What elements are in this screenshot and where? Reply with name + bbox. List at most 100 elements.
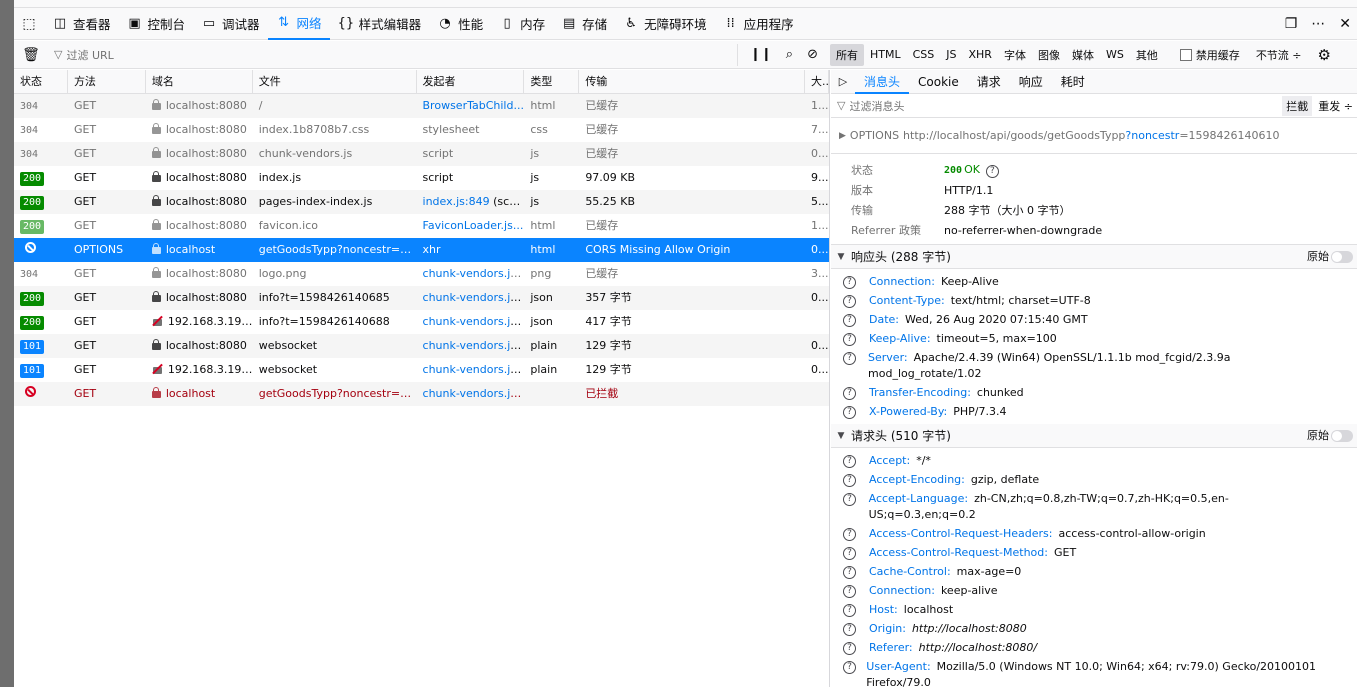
- type-filter-button[interactable]: 所有: [829, 43, 864, 66]
- pause-icon[interactable]: ❙❙: [750, 47, 772, 62]
- help-icon[interactable]: ?: [843, 406, 856, 419]
- initiator[interactable]: chunk-vendors.js...: [423, 267, 525, 280]
- tab-console[interactable]: ▣ 控制台: [119, 8, 194, 40]
- header-row[interactable]: ? Date: Wed, 26 Aug 2020 07:15:40 GMT: [831, 309, 1357, 328]
- table-row[interactable]: 304 GET localhost:8080 index.1b8708b7.css st…: [14, 118, 829, 142]
- details-tab[interactable]: 耗时: [1052, 70, 1094, 94]
- help-icon[interactable]: ?: [985, 164, 999, 178]
- disable-cache-option[interactable]: 禁用缓存: [1172, 47, 1248, 63]
- header-row[interactable]: ? Origin: http://localhost:8080: [831, 618, 1357, 637]
- header-row[interactable]: ? Accept: */*: [831, 450, 1357, 469]
- column-header[interactable]: 域名: [146, 70, 253, 94]
- table-row[interactable]: 101 GET localhost:8080 websocket chunk-vendo…: [14, 334, 829, 358]
- header-row[interactable]: ? Host: localhost: [831, 599, 1357, 618]
- tab-storage[interactable]: ▤ 存储: [553, 8, 615, 40]
- type-filter-button[interactable]: 媒体: [1066, 44, 1100, 66]
- type-filter-button[interactable]: JS: [940, 45, 962, 64]
- help-icon[interactable]: ?: [843, 623, 856, 636]
- header-row[interactable]: ? User-Agent: Mozilla/5.0 (Windows NT 10.0…: [831, 656, 1357, 687]
- table-row[interactable]: 200 GET localhost:8080 favicon.ico FaviconLo…: [14, 214, 829, 238]
- column-header[interactable]: 状态: [14, 70, 68, 94]
- header-filter-input[interactable]: ▽ 过滤消息头 拦截 重发 ÷: [831, 94, 1357, 118]
- help-icon[interactable]: ?: [843, 566, 856, 579]
- initiator[interactable]: chunk-vendors.js...: [423, 363, 525, 376]
- column-header[interactable]: 类型: [524, 70, 580, 94]
- help-icon[interactable]: ?: [843, 387, 856, 400]
- type-filter-button[interactable]: WS: [1100, 45, 1130, 64]
- help-icon[interactable]: ?: [843, 642, 856, 655]
- type-filter-button[interactable]: XHR: [963, 45, 998, 64]
- details-tab[interactable]: 消息头: [855, 70, 910, 94]
- column-header[interactable]: 传输: [579, 70, 806, 94]
- header-row[interactable]: ? Access-Control-Request-Headers: access-c…: [831, 523, 1357, 542]
- close-icon[interactable]: ✕: [1339, 16, 1351, 32]
- type-filter-button[interactable]: CSS: [907, 45, 941, 64]
- table-row[interactable]: 200 GET localhost:8080 pages-index-index.js…: [14, 190, 829, 214]
- tab-memory[interactable]: ▯ 内存: [491, 8, 553, 40]
- help-icon[interactable]: ?: [843, 455, 856, 468]
- resend-button[interactable]: 重发 ÷: [1318, 98, 1353, 114]
- help-icon[interactable]: ?: [843, 276, 856, 289]
- tab-debugger[interactable]: ▭ 调试器: [193, 8, 268, 40]
- header-row[interactable]: ? Accept-Language: zh-CN,zh;q=0.8,zh-TW;q=…: [831, 488, 1357, 523]
- request-url-line[interactable]: ▶ OPTIONS http://localhost/api/goods/get…: [831, 118, 1357, 154]
- column-header[interactable]: 大...: [805, 70, 830, 94]
- element-picker-icon[interactable]: ⬚: [14, 8, 44, 40]
- details-tab[interactable]: 请求: [968, 70, 1010, 94]
- url-filter-input[interactable]: ▽ 过滤 URL: [48, 43, 738, 66]
- help-icon[interactable]: ?: [843, 585, 856, 598]
- header-row[interactable]: ? Connection: keep-alive: [831, 580, 1357, 599]
- help-icon[interactable]: ?: [843, 333, 856, 346]
- help-icon[interactable]: ?: [843, 352, 856, 365]
- initiator[interactable]: BrowserTabChild...: [423, 99, 524, 112]
- response-headers-section[interactable]: ▼ 响应头 (288 字节) 原始: [831, 245, 1357, 269]
- tab-performance[interactable]: ◔ 性能: [429, 8, 491, 40]
- initiator[interactable]: FaviconLoader.js...: [423, 219, 524, 232]
- table-row[interactable]: 200 GET localhost:8080 info?t=1598426140685…: [14, 286, 829, 310]
- table-row[interactable]: GET localhost getGoodsTypp?noncestr=1... ch…: [14, 382, 829, 406]
- header-row[interactable]: ? Referer: http://localhost:8080/: [831, 637, 1357, 656]
- header-row[interactable]: ? Connection: Keep-Alive: [831, 271, 1357, 290]
- throttle-select[interactable]: 不节流 ÷: [1248, 47, 1310, 63]
- table-row[interactable]: 101 GET 192.168.3.193:... websocket chunk-ve…: [14, 358, 829, 382]
- tab-inspector[interactable]: ◫ 查看器: [44, 8, 119, 40]
- settings-gear-icon[interactable]: ⚙: [1310, 46, 1339, 64]
- raw-toggle[interactable]: [1331, 430, 1353, 442]
- table-row[interactable]: 304 GET localhost:8080 chunk-vendors.js scri…: [14, 142, 829, 166]
- toggle-panel-icon[interactable]: ▷: [831, 75, 855, 88]
- search-icon[interactable]: ⌕: [786, 47, 793, 62]
- column-header[interactable]: 发起者: [417, 70, 525, 94]
- help-icon[interactable]: ?: [843, 493, 856, 506]
- initiator[interactable]: chunk-vendors.js...: [423, 315, 525, 328]
- column-header[interactable]: 方法: [68, 70, 146, 94]
- table-row[interactable]: 200 GET localhost:8080 index.js script js 97.0…: [14, 166, 829, 190]
- initiator[interactable]: chunk-vendors.js...: [423, 387, 525, 400]
- raw-toggle[interactable]: [1331, 251, 1353, 263]
- help-icon[interactable]: ?: [843, 528, 856, 541]
- header-row[interactable]: ? Transfer-Encoding: chunked: [831, 382, 1357, 401]
- tab-network[interactable]: ⇅ 网络: [267, 8, 330, 40]
- help-icon[interactable]: ?: [843, 474, 856, 487]
- column-header[interactable]: 文件: [253, 70, 417, 94]
- type-filter-button[interactable]: 图像: [1032, 44, 1066, 66]
- disable-cache-checkbox[interactable]: [1179, 48, 1192, 61]
- help-icon[interactable]: ?: [843, 547, 856, 560]
- table-row[interactable]: 304 GET localhost:8080 / BrowserTabChild... h…: [14, 94, 829, 118]
- type-filter-button[interactable]: 其他: [1130, 44, 1164, 66]
- table-row[interactable]: 304 GET localhost:8080 logo.png chunk-vendor…: [14, 262, 829, 286]
- header-row[interactable]: ? Keep-Alive: timeout=5, max=100: [831, 328, 1357, 347]
- tab-application[interactable]: ⁞⁞ 应用程序: [715, 8, 802, 40]
- initiator[interactable]: index.js:849: [423, 195, 490, 208]
- header-row[interactable]: ? Server: Apache/2.4.39 (Win64) OpenSSL/1.…: [831, 347, 1357, 382]
- help-icon[interactable]: ?: [843, 295, 856, 308]
- header-row[interactable]: ? Content-Type: text/html; charset=UTF-8: [831, 290, 1357, 309]
- table-row[interactable]: 200 GET 192.168.3.193:... info?t=1598426140…: [14, 310, 829, 334]
- type-filter-button[interactable]: 字体: [998, 44, 1032, 66]
- help-icon[interactable]: ?: [843, 661, 856, 674]
- details-tab[interactable]: Cookie: [909, 70, 968, 94]
- header-row[interactable]: ? Cache-Control: max-age=0: [831, 561, 1357, 580]
- header-row[interactable]: ? X-Powered-By: PHP/7.3.4: [831, 401, 1357, 420]
- initiator[interactable]: chunk-vendors.js...: [423, 291, 525, 304]
- help-icon[interactable]: ?: [843, 314, 856, 327]
- trash-icon[interactable]: 🗑: [14, 47, 48, 63]
